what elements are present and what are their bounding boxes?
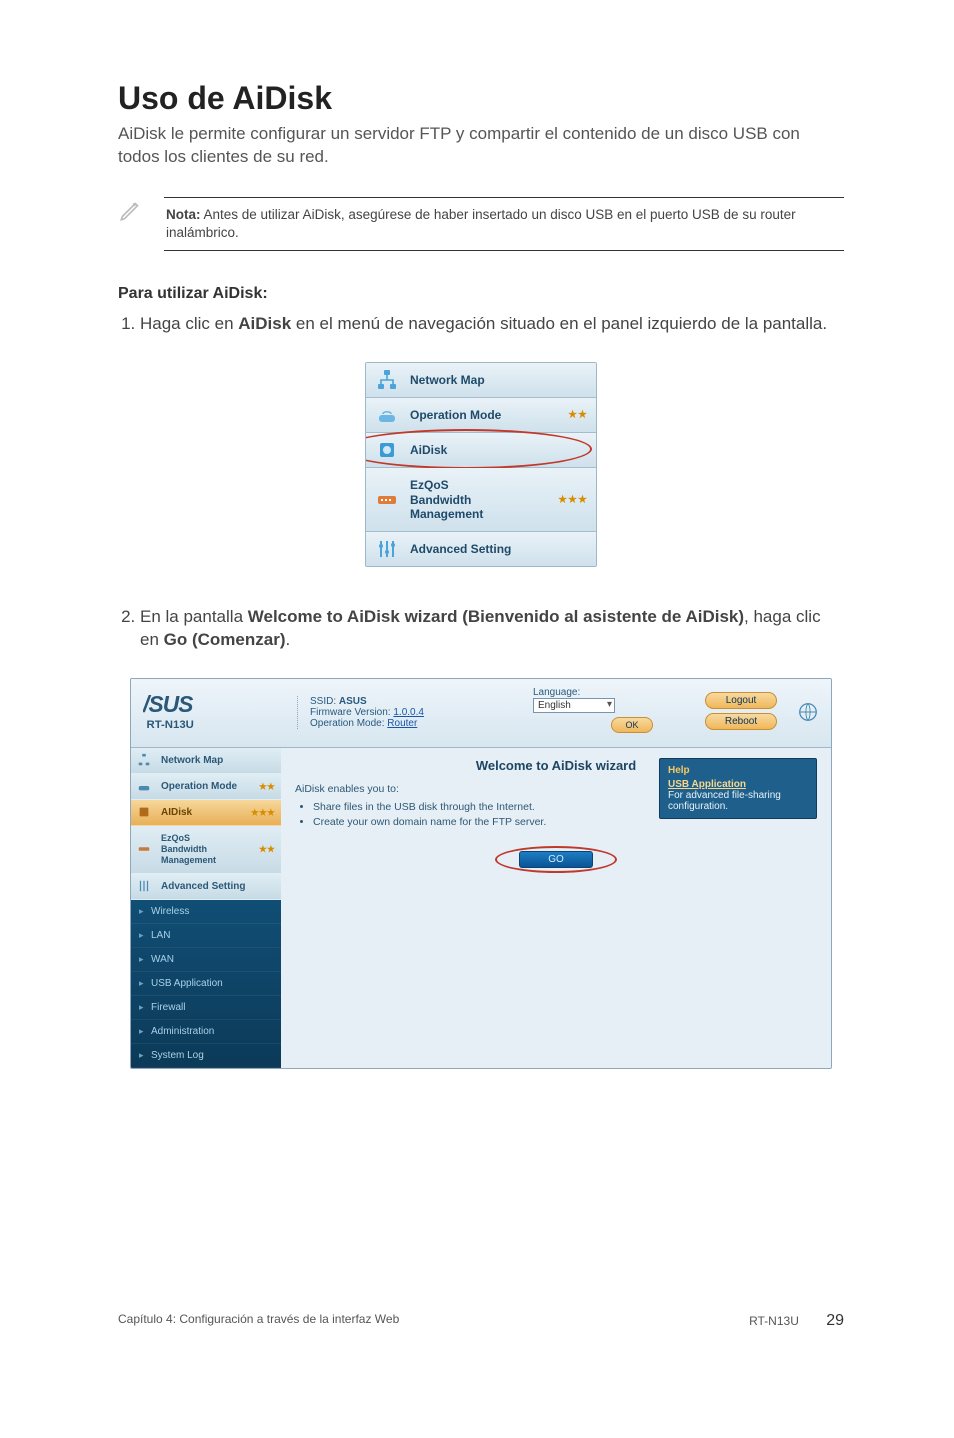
firmware-link[interactable]: 1.0.0.4 — [393, 707, 424, 718]
help-usb-application-link[interactable]: USB Application — [668, 779, 746, 790]
sidebar-item-administration[interactable]: Administration — [131, 1020, 281, 1044]
advanced-setting-icon — [374, 536, 400, 562]
aidisk-icon — [137, 805, 153, 821]
opmode-link[interactable]: Router — [387, 718, 417, 729]
note-box: Nota: Antes de utilizar AiDisk, asegúres… — [164, 197, 844, 251]
router-sidebar: Network Map Operation Mode★★ AIDisk★★★ E… — [131, 748, 281, 1068]
sidebar-item-lan[interactable]: LAN — [131, 924, 281, 948]
help-head: Help — [668, 765, 808, 776]
svg-text:RT-N13U: RT-N13U — [147, 719, 194, 731]
router-meta: SSID: ASUS Firmware Version: 1.0.0.4 Ope… — [297, 696, 519, 729]
intro-text: AiDisk le permite configurar un servidor… — [118, 123, 844, 169]
svg-text:/SUS: /SUS — [143, 691, 193, 717]
sidebar-item-firewall[interactable]: Firewall — [131, 996, 281, 1020]
sidebar-item-network-map[interactable]: Network Map — [131, 748, 281, 774]
operation-mode-icon — [374, 402, 400, 428]
sidebar-item-advanced-setting[interactable]: Advanced Setting — [131, 874, 281, 900]
network-map-icon — [374, 367, 400, 393]
go-button[interactable]: GO — [519, 851, 593, 868]
stars-icon: ★★★ — [251, 807, 275, 818]
sidebar-item-ezqos[interactable]: EzQoSBandwidthManagement★★ — [131, 826, 281, 874]
advanced-setting-icon — [137, 879, 153, 895]
highlight-ellipse: GO — [495, 846, 617, 873]
sidebar-item-aidisk[interactable]: AIDisk★★★ — [131, 800, 281, 826]
language-select[interactable]: English — [533, 698, 615, 713]
figure-nav-panel: Network Map Operation Mode ★★ AiDisk — [118, 362, 844, 572]
ok-button[interactable]: OK — [611, 717, 653, 733]
section-head: Para utilizar AiDisk: — [118, 285, 844, 303]
ezqos-icon — [374, 487, 400, 513]
footer-model: RT-N13U — [749, 1314, 799, 1328]
figure-router-ui: /SUS RT-N13U SSID: ASUS Firmware Version… — [118, 678, 844, 1069]
sidebar-item-wan[interactable]: WAN — [131, 948, 281, 972]
help-text: For advanced file-sharing configuration. — [668, 790, 808, 812]
stars-icon: ★★ — [259, 781, 275, 792]
footer-chapter: Capítulo 4: Configuración a través de la… — [118, 1312, 399, 1330]
router-main: Welcome to AiDisk wizard AiDisk enables … — [281, 748, 831, 1068]
sidebar-item-system-log[interactable]: System Log — [131, 1044, 281, 1068]
sidebar-item-usb-application[interactable]: USB Application — [131, 972, 281, 996]
network-map-icon — [137, 753, 153, 769]
reboot-button[interactable]: Reboot — [705, 713, 777, 730]
operation-mode-icon — [137, 779, 153, 795]
pencil-icon — [118, 197, 144, 228]
stars-icon: ★★★ — [558, 494, 588, 505]
asus-logo: /SUS RT-N13U — [143, 691, 283, 733]
ezqos-icon — [137, 842, 153, 858]
nav-advanced-setting[interactable]: Advanced Setting — [366, 532, 596, 566]
page-title: Uso de AiDisk — [118, 80, 844, 117]
note-label: Nota: — [166, 207, 201, 222]
language-block: Language: English OK — [533, 687, 653, 737]
nav-network-map[interactable]: Network Map — [366, 363, 596, 398]
nav-operation-mode[interactable]: Operation Mode ★★ — [366, 398, 596, 433]
nav-aidisk[interactable]: AiDisk — [366, 433, 596, 468]
step-1: Haga clic en AiDisk en el menú de navega… — [140, 313, 844, 336]
stars-icon: ★★ — [568, 410, 588, 421]
help-box: Help USB Application For advanced file-s… — [659, 758, 817, 819]
logout-button[interactable]: Logout — [705, 692, 777, 709]
sidebar-item-operation-mode[interactable]: Operation Mode★★ — [131, 774, 281, 800]
nav-ezqos[interactable]: EzQoSBandwidthManagement ★★★ — [366, 468, 596, 532]
step-2: En la pantalla Welcome to AiDisk wizard … — [140, 606, 844, 652]
aidisk-icon — [374, 437, 400, 463]
globe-icon — [797, 701, 819, 723]
note-text: Antes de utilizar AiDisk, asegúrese de h… — [166, 207, 796, 240]
sidebar-item-wireless[interactable]: Wireless — [131, 900, 281, 924]
stars-icon: ★★ — [259, 845, 275, 855]
nav-ezqos-label: EzQoSBandwidthManagement — [410, 478, 483, 521]
page-number: 29 — [826, 1312, 844, 1329]
